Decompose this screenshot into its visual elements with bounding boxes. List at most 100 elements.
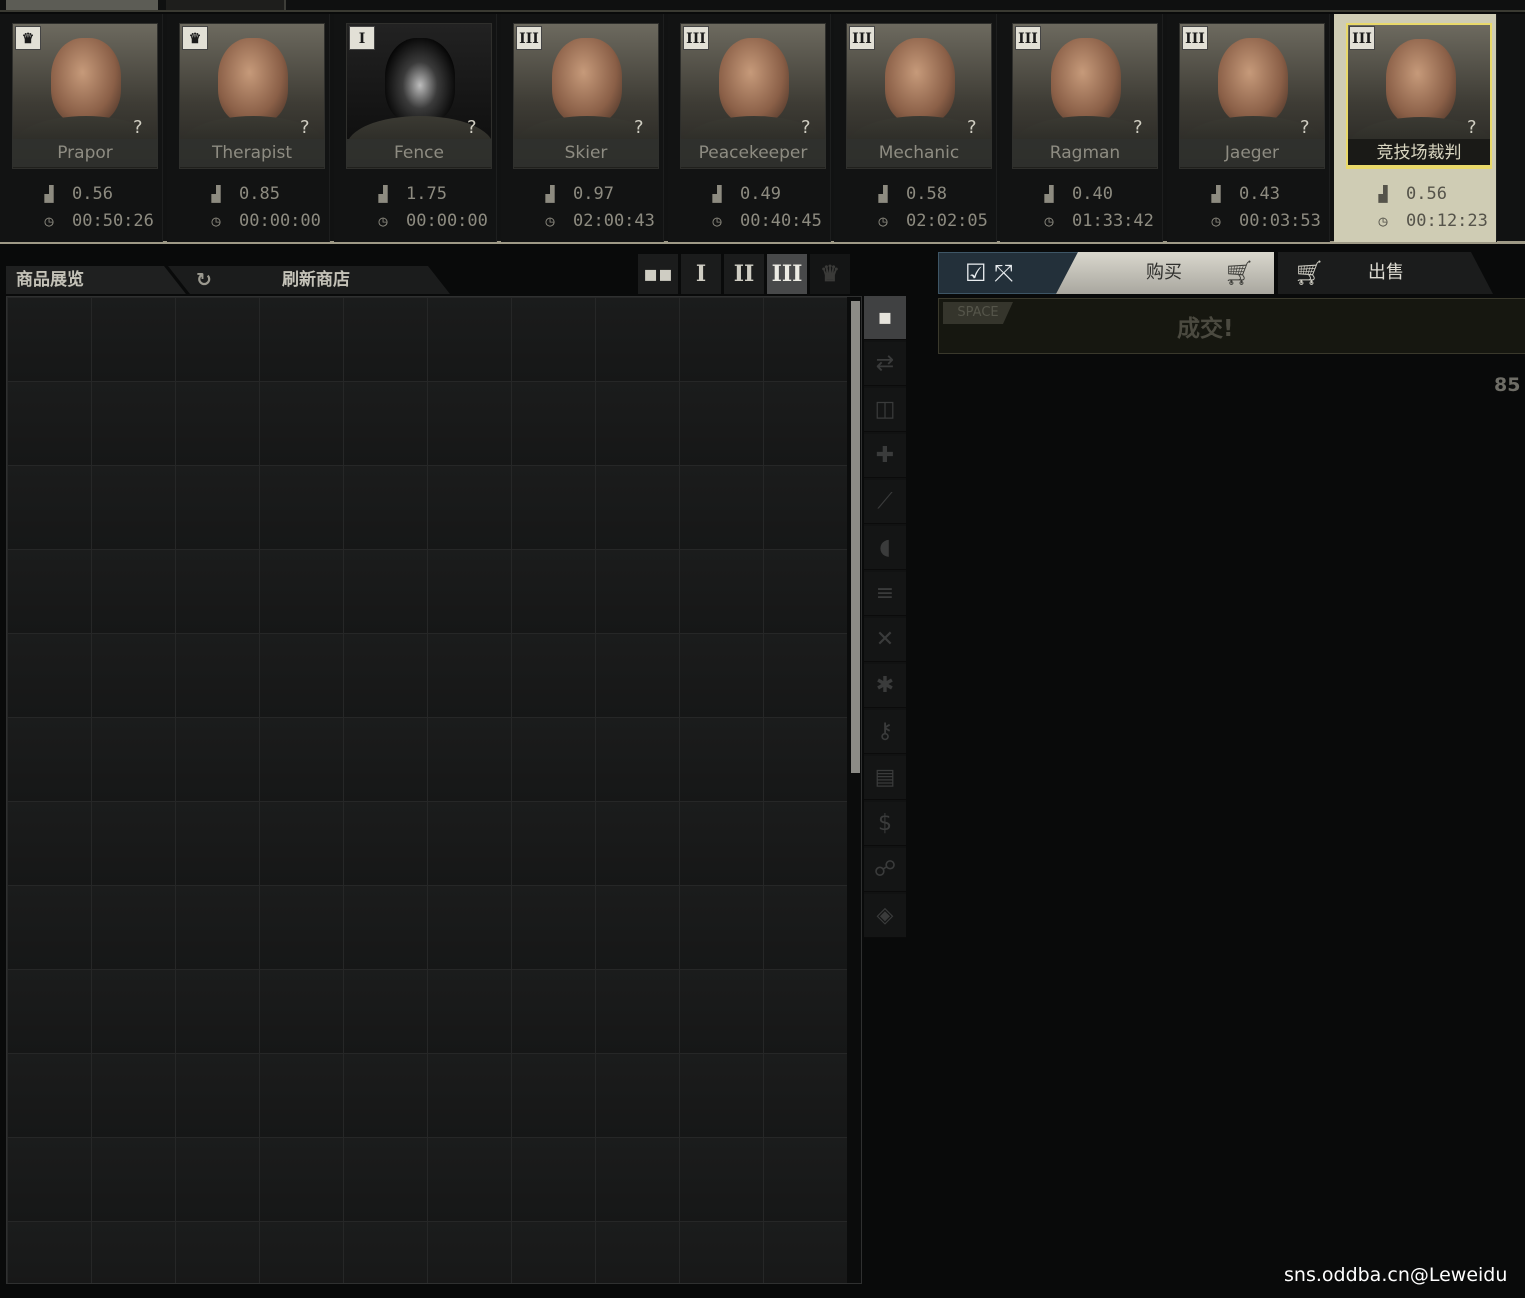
trader-name: Peacekeeper	[680, 139, 826, 167]
top-menu-strip	[0, 0, 1525, 12]
special-icon[interactable]: ☍	[864, 848, 906, 892]
checkbox-icon: ☑	[965, 259, 987, 287]
restock-timer: 00:03:53	[1239, 211, 1321, 231]
loyalty-filter-buttons: ▪▪ I II III ♛	[638, 254, 850, 294]
trader-name: Prapor	[12, 139, 158, 167]
watermark: sns.oddba.cn@Leweidu	[1284, 1264, 1508, 1286]
goods-grid-cells[interactable]	[7, 297, 847, 1283]
trader-card-prapor[interactable]: ♛ ? Prapor ▟ 0.56 ◷ 00:50:26	[0, 14, 163, 242]
restock-timer: 00:12:23	[1406, 211, 1488, 231]
info-items-icon[interactable]: ▤	[864, 756, 906, 800]
loyalty-level-badge: I	[349, 26, 375, 50]
reputation-value: 0.43	[1239, 184, 1280, 204]
category-filter-strip: ▪ ⇄ ◫ ✚ ⟋ ◖ ≡ ✕ ✱ ⚷ ▤ $ ☍ ◈	[864, 296, 906, 938]
question-icon[interactable]: ?	[133, 117, 143, 138]
trader-card-therapist[interactable]: ♛ ? Therapist ▟ 0.85 ◷ 00:00:00	[167, 14, 330, 242]
loyalty-level-badge: III	[1349, 26, 1375, 50]
refresh-shop-button[interactable]: ↻ 刷新商店	[168, 266, 450, 294]
question-icon[interactable]: ?	[467, 117, 477, 138]
tab-sell[interactable]: 🛒︎ 出售	[1278, 252, 1493, 294]
trader-card-ragman[interactable]: III ? Ragman ▟ 0.40 ◷ 01:33:42	[1000, 14, 1163, 242]
clock-icon: ◷	[378, 212, 388, 230]
reputation-value: 0.49	[740, 184, 781, 204]
deal-label: 成交!	[1177, 316, 1234, 342]
restock-timer-row: ◷ 02:02:05	[874, 211, 988, 231]
question-icon[interactable]: ?	[1300, 117, 1310, 138]
question-icon[interactable]: ?	[801, 117, 811, 138]
reputation-row: ▟ 0.56	[40, 184, 113, 204]
gear-icon[interactable]: ◫	[864, 388, 906, 432]
question-icon[interactable]: ?	[634, 117, 644, 138]
loyalty-level-badge: ♛	[15, 26, 41, 50]
layers-icon[interactable]: ◈	[864, 894, 906, 938]
clock-icon: ◷	[1211, 212, 1221, 230]
trader-name: Ragman	[1012, 139, 1158, 167]
ammo-icon[interactable]: ≡	[864, 572, 906, 616]
standing-icon: ▟	[1211, 185, 1221, 203]
barter-icon[interactable]: ⇄	[864, 342, 906, 386]
reputation-value: 1.75	[406, 184, 447, 204]
top-tab[interactable]	[166, 0, 286, 10]
tab-goods-display[interactable]: 商品展览	[6, 266, 186, 294]
trader-card-arena-referee[interactable]: III ? 竞技场裁判 ▟ 0.56 ◷ 00:12:23	[1334, 14, 1497, 242]
trader-card-mechanic[interactable]: III ? Mechanic ▟ 0.58 ◷ 02:02:05	[834, 14, 997, 242]
restock-timer-row: ◷ 02:00:43	[541, 211, 654, 231]
restock-timer: 00:40:45	[740, 211, 822, 231]
trader-card-fence[interactable]: I ? Fence ▟ 1.75 ◷ 00:00:00	[334, 14, 497, 242]
collapse-icon: ⤧	[994, 259, 1014, 287]
loyalty-level-1-button[interactable]: I	[681, 254, 721, 294]
trader-name: Therapist	[179, 139, 325, 167]
restock-timer-row: ◷ 00:12:23	[1374, 211, 1488, 231]
clock-icon: ◷	[545, 212, 555, 230]
partial-value: 85	[1494, 374, 1521, 396]
trader-card-skier[interactable]: III ? Skier ▟ 0.97 ◷ 02:00:43	[501, 14, 664, 242]
mods-icon[interactable]: ✱	[864, 664, 906, 708]
refresh-shop-label: 刷新商店	[282, 270, 350, 290]
loyalty-level-badge: III	[1182, 26, 1208, 50]
question-icon[interactable]: ?	[1467, 117, 1477, 138]
sell-label: 出售	[1368, 262, 1404, 283]
money-icon[interactable]: $	[864, 802, 906, 846]
trader-name: Mechanic	[846, 139, 992, 167]
weapon-icon[interactable]: ⟋	[864, 480, 906, 524]
magazine-icon[interactable]: ◖	[864, 526, 906, 570]
question-icon[interactable]: ?	[967, 117, 977, 138]
tab-buy[interactable]: 购买 🛒︎	[1056, 252, 1274, 294]
standing-icon: ▟	[44, 185, 54, 203]
clock-icon: ◷	[211, 212, 221, 230]
loyalty-level-2-button[interactable]: II	[724, 254, 764, 294]
all-categories-icon[interactable]: ▪	[864, 296, 906, 340]
question-icon[interactable]: ?	[1133, 117, 1143, 138]
melee-icon[interactable]: ✕	[864, 618, 906, 662]
refresh-icon: ↻	[196, 269, 212, 291]
standing-icon: ▟	[712, 185, 722, 203]
reputation-row: ▟ 1.75	[374, 184, 447, 204]
deal-tabs: ☑ ⤧ 购买 🛒︎ 🛒︎ 出售	[938, 252, 1525, 296]
standing-icon: ▟	[1378, 185, 1388, 203]
deal-button[interactable]: SPACE 成交!	[938, 298, 1525, 354]
trader-card-peacekeeper[interactable]: III ? Peacekeeper ▟ 0.49 ◷ 00:40:45	[668, 14, 831, 242]
reputation-value: 0.40	[1072, 184, 1113, 204]
restock-timer: 02:02:05	[906, 211, 988, 231]
restock-timer-row: ◷ 00:03:53	[1207, 211, 1321, 231]
trader-name: Fence	[346, 139, 492, 167]
trader-card-jaeger[interactable]: III ? Jaeger ▟ 0.43 ◷ 00:03:53	[1167, 14, 1330, 242]
standing-icon: ▟	[545, 185, 555, 203]
restock-timer: 00:00:00	[406, 211, 488, 231]
restock-timer-row: ◷ 00:50:26	[40, 211, 153, 231]
reputation-value: 0.56	[72, 184, 113, 204]
standing-icon: ▟	[378, 185, 388, 203]
crown-level-button[interactable]: ♛	[810, 254, 850, 294]
reputation-value: 0.85	[239, 184, 280, 204]
medical-icon[interactable]: ✚	[864, 434, 906, 478]
reputation-value: 0.97	[573, 184, 614, 204]
loyalty-level-3-button[interactable]: III	[767, 254, 807, 294]
loyalty-level-badge: III	[683, 26, 709, 50]
question-icon[interactable]: ?	[300, 117, 310, 138]
restock-timer-row: ◷ 00:00:00	[374, 211, 488, 231]
trader-bar: ♛ ? Prapor ▟ 0.56 ◷ 00:50:26 ♛ ? Therapist…	[0, 14, 1525, 244]
keys-icon[interactable]: ⚷	[864, 710, 906, 754]
grid-view-button[interactable]: ▪▪	[638, 254, 678, 294]
top-tab-active[interactable]	[6, 0, 158, 10]
scrollbar-thumb[interactable]	[851, 301, 860, 773]
